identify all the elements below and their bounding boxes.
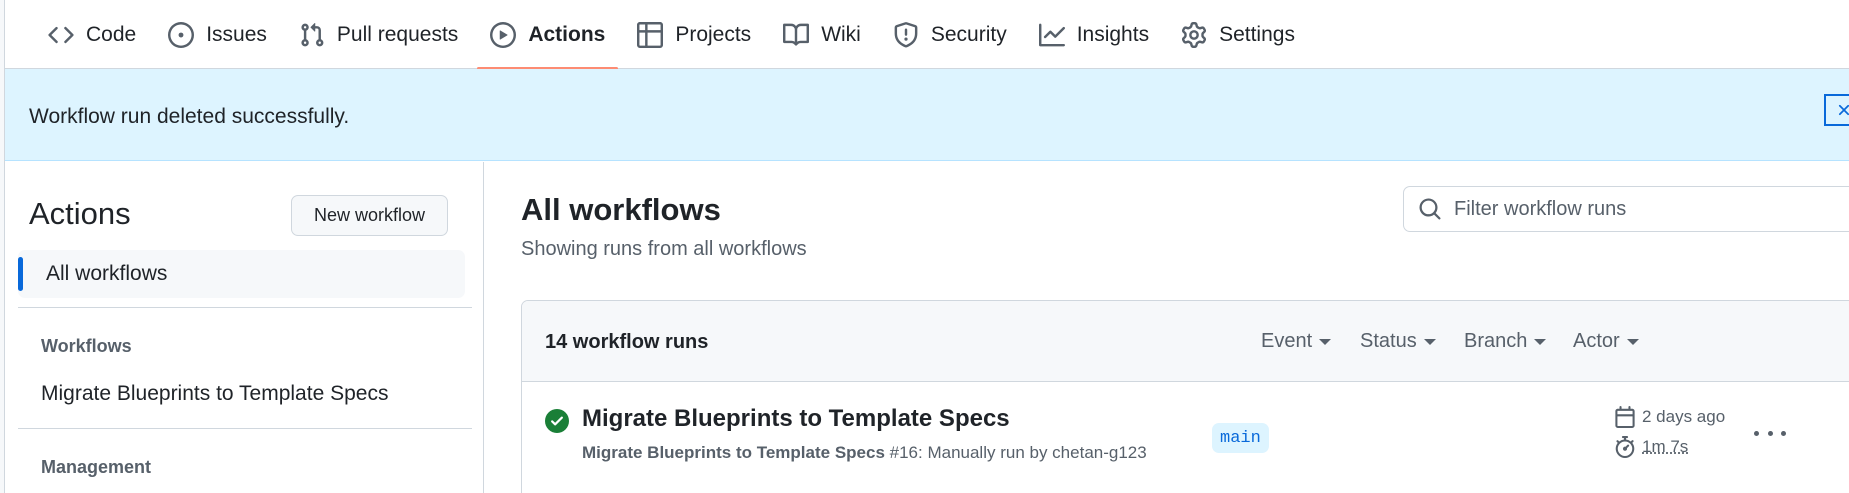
triangle-down-icon	[1423, 338, 1436, 345]
menu-dot	[1767, 430, 1773, 436]
page-title: All workflows	[521, 192, 721, 227]
sidebar-item-workflow[interactable]: Migrate Blueprints to Template Specs	[41, 382, 388, 406]
shield-icon	[893, 21, 919, 48]
tab-projects[interactable]: Projects	[624, 0, 764, 69]
issue-opened-icon	[168, 21, 195, 48]
event-filter-label: Event	[1261, 330, 1313, 352]
new-workflow-button[interactable]: New workflow	[291, 195, 448, 236]
tab-pull-requests[interactable]: Pull requests	[286, 0, 471, 69]
close-icon	[1838, 104, 1849, 116]
tab-security-label: Security	[930, 22, 1007, 46]
tab-issues[interactable]: Issues	[155, 0, 280, 69]
tab-code[interactable]: Code	[35, 0, 149, 69]
menu-dot	[1781, 430, 1786, 436]
tab-code-label: Code	[86, 22, 137, 46]
triangle-down-icon	[1319, 338, 1332, 345]
play-icon	[490, 21, 517, 48]
actions-page: Code Issues Pull requests Actions Projec…	[0, 0, 1849, 493]
event-filter-dropdown[interactable]: Event	[1261, 330, 1332, 353]
repo-nav: Code Issues Pull requests Actions Projec…	[5, 0, 1849, 70]
runs-count: 14 workflow runs	[545, 331, 709, 353]
flash-banner: Workflow run deleted successfully.	[5, 69, 1849, 161]
run-date: 2 days ago	[1614, 406, 1725, 428]
code-icon	[48, 22, 74, 48]
book-icon	[783, 22, 810, 48]
menu-dot	[1754, 430, 1759, 436]
page-subtitle: Showing runs from all workflows	[521, 238, 807, 260]
tab-settings[interactable]: Settings	[1168, 0, 1308, 69]
filter-runs-field[interactable]	[1403, 186, 1849, 232]
triangle-down-icon	[1534, 338, 1547, 345]
graph-icon	[1038, 22, 1065, 48]
sidebar-heading-management: Management	[41, 457, 152, 477]
git-pull-request-icon	[299, 22, 325, 48]
stopwatch-icon	[1615, 436, 1635, 458]
branch-filter-label: Branch	[1464, 330, 1528, 352]
tab-wiki-label: Wiki	[821, 22, 861, 46]
calendar-icon	[1615, 406, 1635, 428]
triangle-down-icon	[1626, 338, 1639, 345]
branch-filter-dropdown[interactable]: Branch	[1464, 330, 1547, 353]
status-filter-dropdown[interactable]: Status	[1360, 330, 1436, 353]
tab-actions[interactable]: Actions	[477, 0, 619, 70]
sidebar-divider	[18, 307, 472, 308]
tab-projects-label: Projects	[675, 22, 752, 46]
runs-header: 14 workflow runs Event Status Branch Act…	[522, 301, 1849, 382]
tab-wiki[interactable]: Wiki	[770, 0, 874, 69]
tab-pull-requests-label: Pull requests	[336, 22, 459, 46]
run-workflow-name: Migrate Blueprints to Template Specs	[582, 443, 885, 462]
run-duration: 1m 7s	[1614, 436, 1688, 458]
run-meta: Migrate Blueprints to Template Specs #16…	[582, 443, 1147, 463]
tab-insights[interactable]: Insights	[1026, 0, 1162, 69]
tab-actions-label: Actions	[528, 22, 606, 46]
tab-security[interactable]: Security	[880, 0, 1020, 69]
run-title-link[interactable]: Migrate Blueprints to Template Specs	[582, 405, 1010, 433]
run-duration-label: 1m 7s	[1642, 437, 1689, 456]
sidebar-divider	[18, 428, 472, 429]
filter-runs-input[interactable]	[1454, 197, 1834, 221]
status-filter-label: Status	[1360, 330, 1417, 352]
gear-icon	[1181, 21, 1207, 48]
tab-settings-label: Settings	[1219, 22, 1295, 46]
check-circle-fill-icon	[545, 409, 569, 433]
table-icon	[637, 21, 664, 48]
workflow-runs-box: 14 workflow runs Event Status Branch Act…	[521, 300, 1849, 493]
actor-filter-dropdown[interactable]: Actor	[1573, 330, 1639, 353]
workflow-run-row[interactable]: Migrate Blueprints to Template Specs Mig…	[522, 383, 1849, 493]
run-date-label: 2 days ago	[1642, 407, 1726, 426]
sidebar-item-all-workflows[interactable]: All workflows	[18, 250, 465, 298]
flash-close-button[interactable]	[1824, 94, 1849, 126]
flash-message: Workflow run deleted successfully.	[29, 105, 350, 128]
actions-sidebar: Actions New workflow All workflows Workf…	[5, 162, 484, 493]
actor-filter-label: Actor	[1573, 330, 1620, 352]
search-icon	[1418, 197, 1442, 221]
tab-insights-label: Insights	[1076, 22, 1150, 46]
sidebar-heading-workflows: Workflows	[41, 336, 132, 356]
tab-issues-label: Issues	[206, 22, 267, 46]
kebab-horizontal-icon[interactable]	[1754, 423, 1786, 443]
run-detail: #16: Manually run by chetan-g123	[884, 443, 1147, 462]
branch-badge[interactable]: main	[1212, 423, 1269, 453]
sidebar-title: Actions	[29, 196, 131, 231]
